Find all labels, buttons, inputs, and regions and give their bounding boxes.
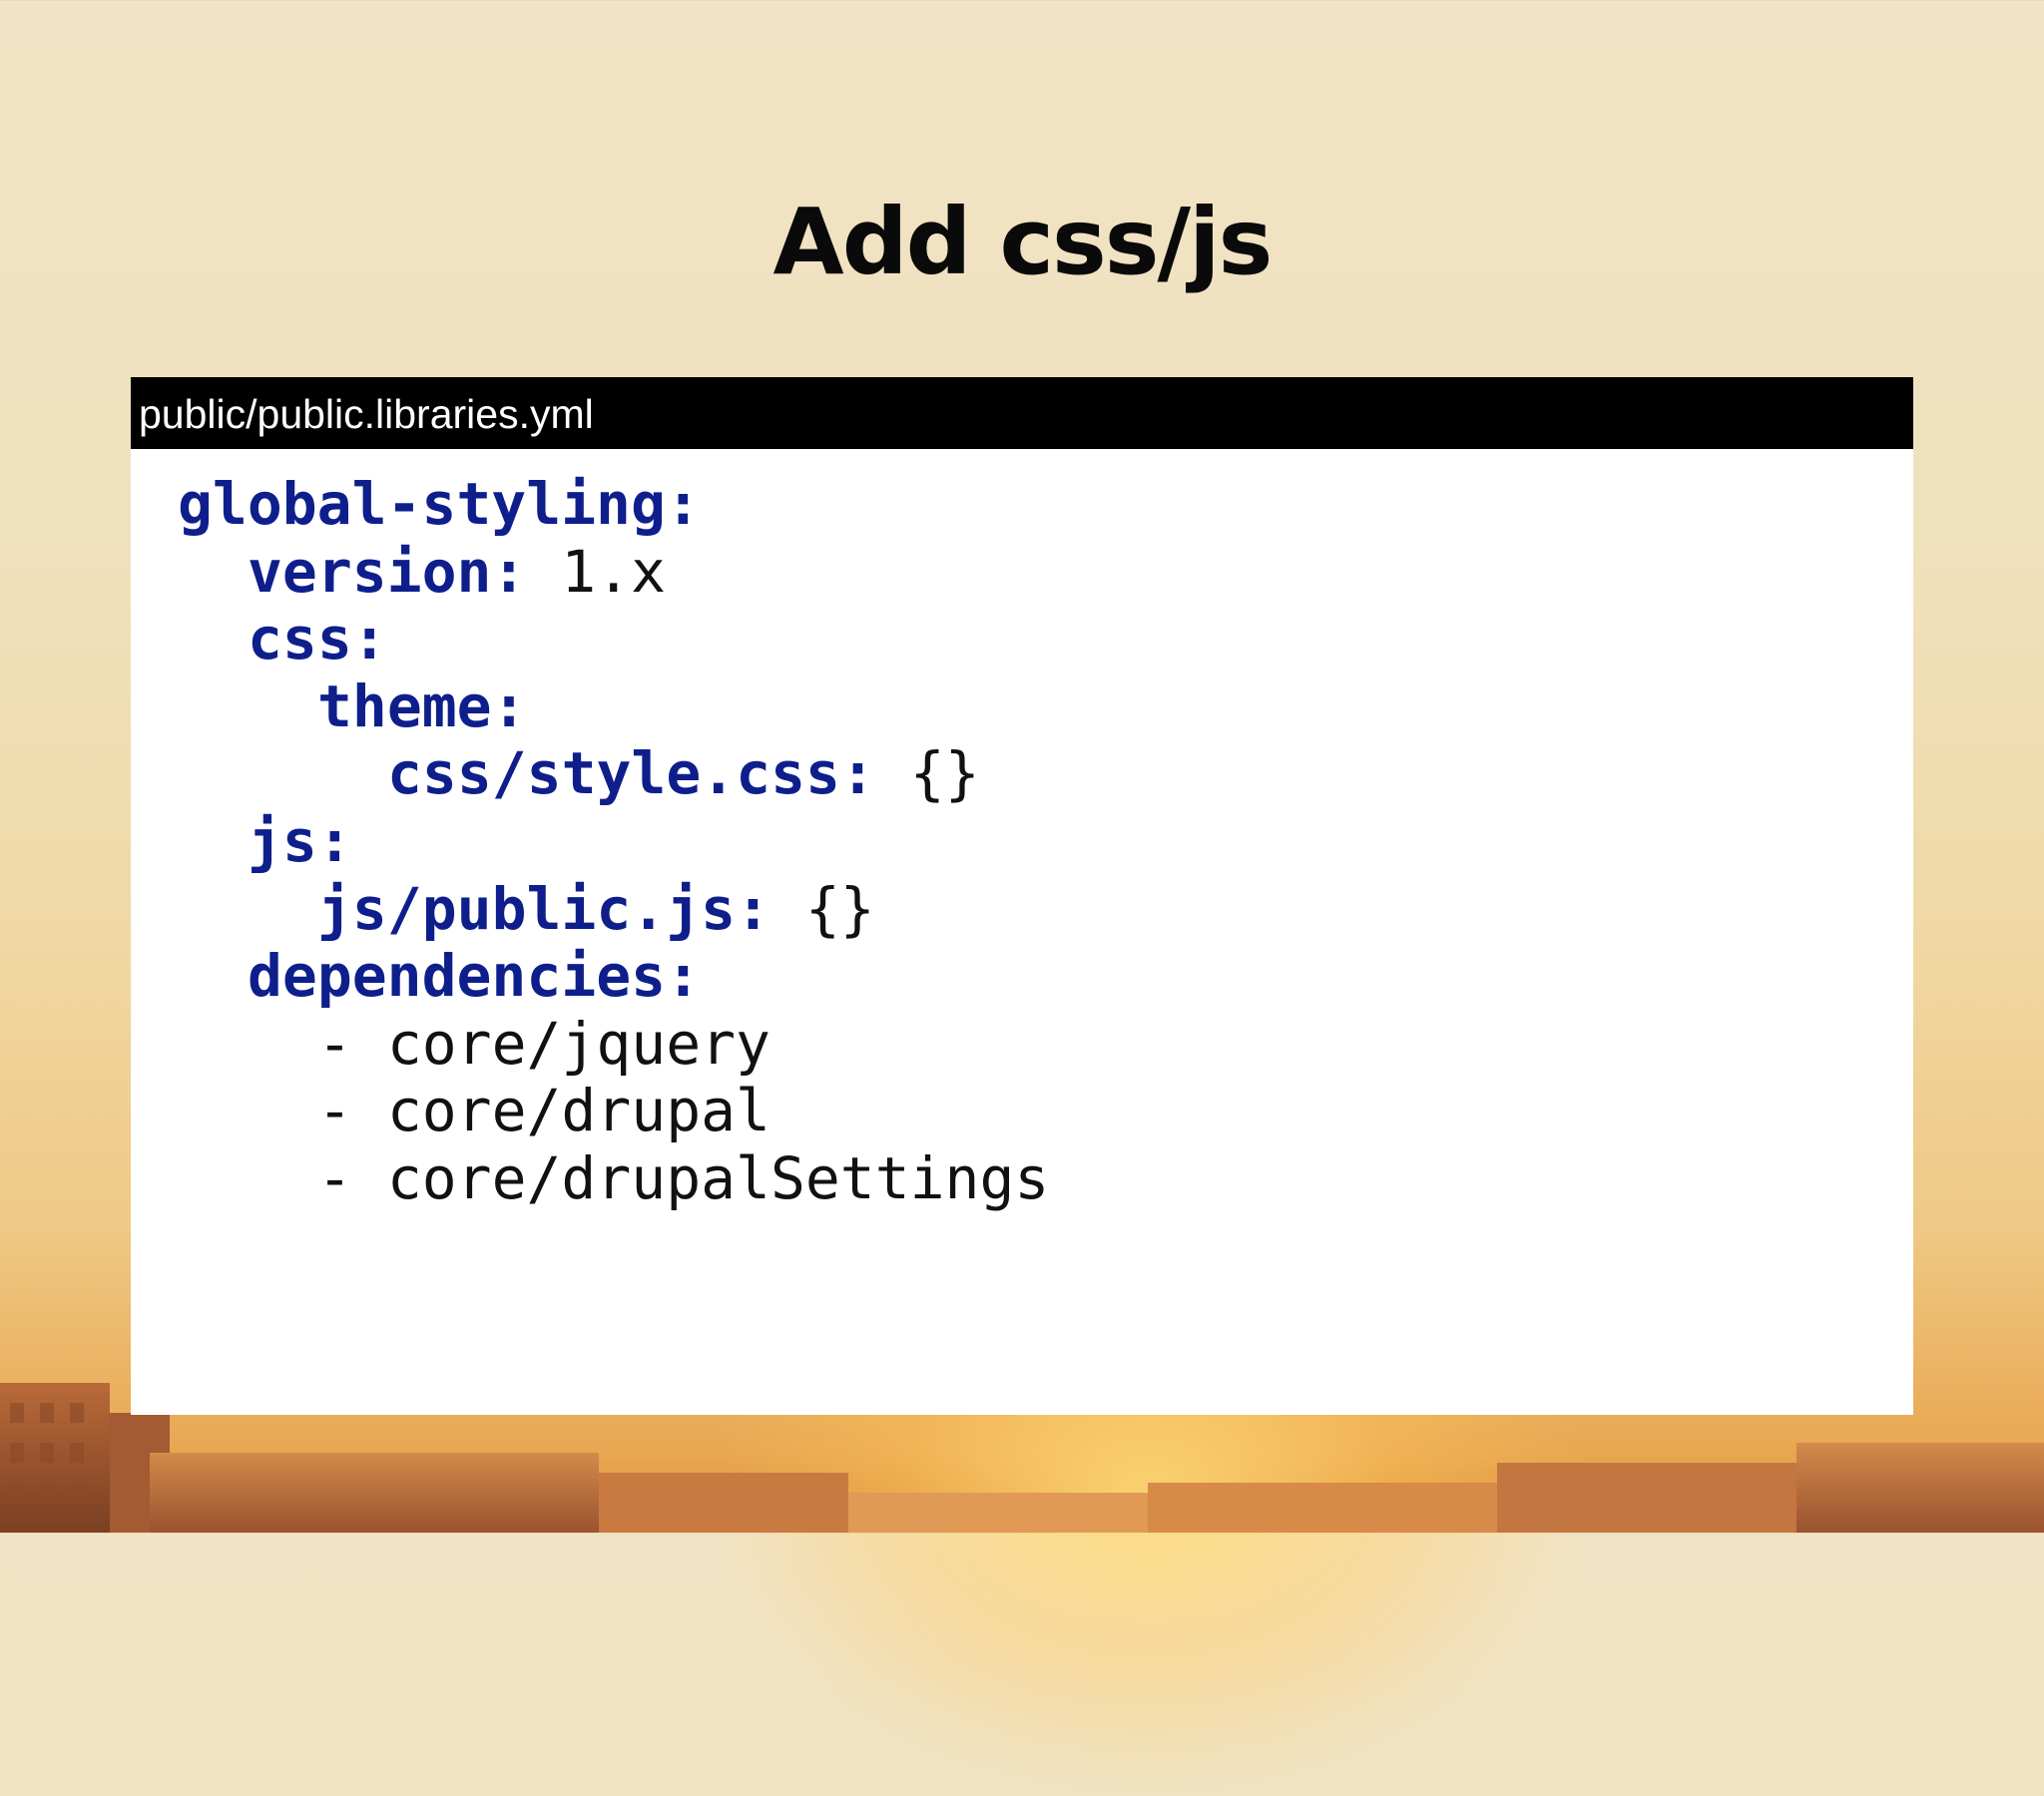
yaml-key: dependencies:	[248, 942, 701, 1011]
code-line: - core/drupal	[178, 1078, 1913, 1145]
yaml-key: js/public.js:	[317, 874, 805, 943]
code-panel: public/public.libraries.yml global-styli…	[131, 377, 1913, 1415]
yaml-value: - core/jquery	[317, 1009, 770, 1078]
yaml-key: js:	[248, 806, 352, 875]
yaml-value: 1.x	[561, 537, 667, 606]
yaml-value: - core/drupal	[317, 1077, 770, 1145]
yaml-key: version:	[248, 537, 562, 606]
code-line: js/public.js: {}	[178, 874, 1913, 944]
yaml-key: css/style.css:	[387, 739, 910, 808]
yaml-key: theme:	[317, 672, 527, 740]
yaml-value: {}	[909, 739, 980, 808]
code-line: global-styling:	[178, 470, 1913, 539]
code-line: dependencies:	[178, 942, 1913, 1011]
code-line: css:	[178, 605, 1913, 674]
code-line: theme:	[178, 672, 1913, 741]
yaml-value: {}	[804, 874, 875, 943]
code-line: - core/jquery	[178, 1009, 1913, 1079]
yaml-key: global-styling:	[178, 470, 701, 538]
yaml-value: - core/drupalSettings	[317, 1143, 1050, 1212]
code-line: - core/drupalSettings	[178, 1143, 1913, 1213]
file-name-bar: public/public.libraries.yml	[131, 377, 1913, 449]
code-line: version: 1.x	[178, 537, 1913, 607]
yaml-key: css:	[248, 605, 387, 674]
code-block: global-styling: version: 1.x css: theme:…	[131, 449, 1913, 1213]
code-line: css/style.css: {}	[178, 740, 1913, 808]
slide-title: Add css/js	[772, 189, 1274, 295]
code-line: js:	[178, 806, 1913, 876]
